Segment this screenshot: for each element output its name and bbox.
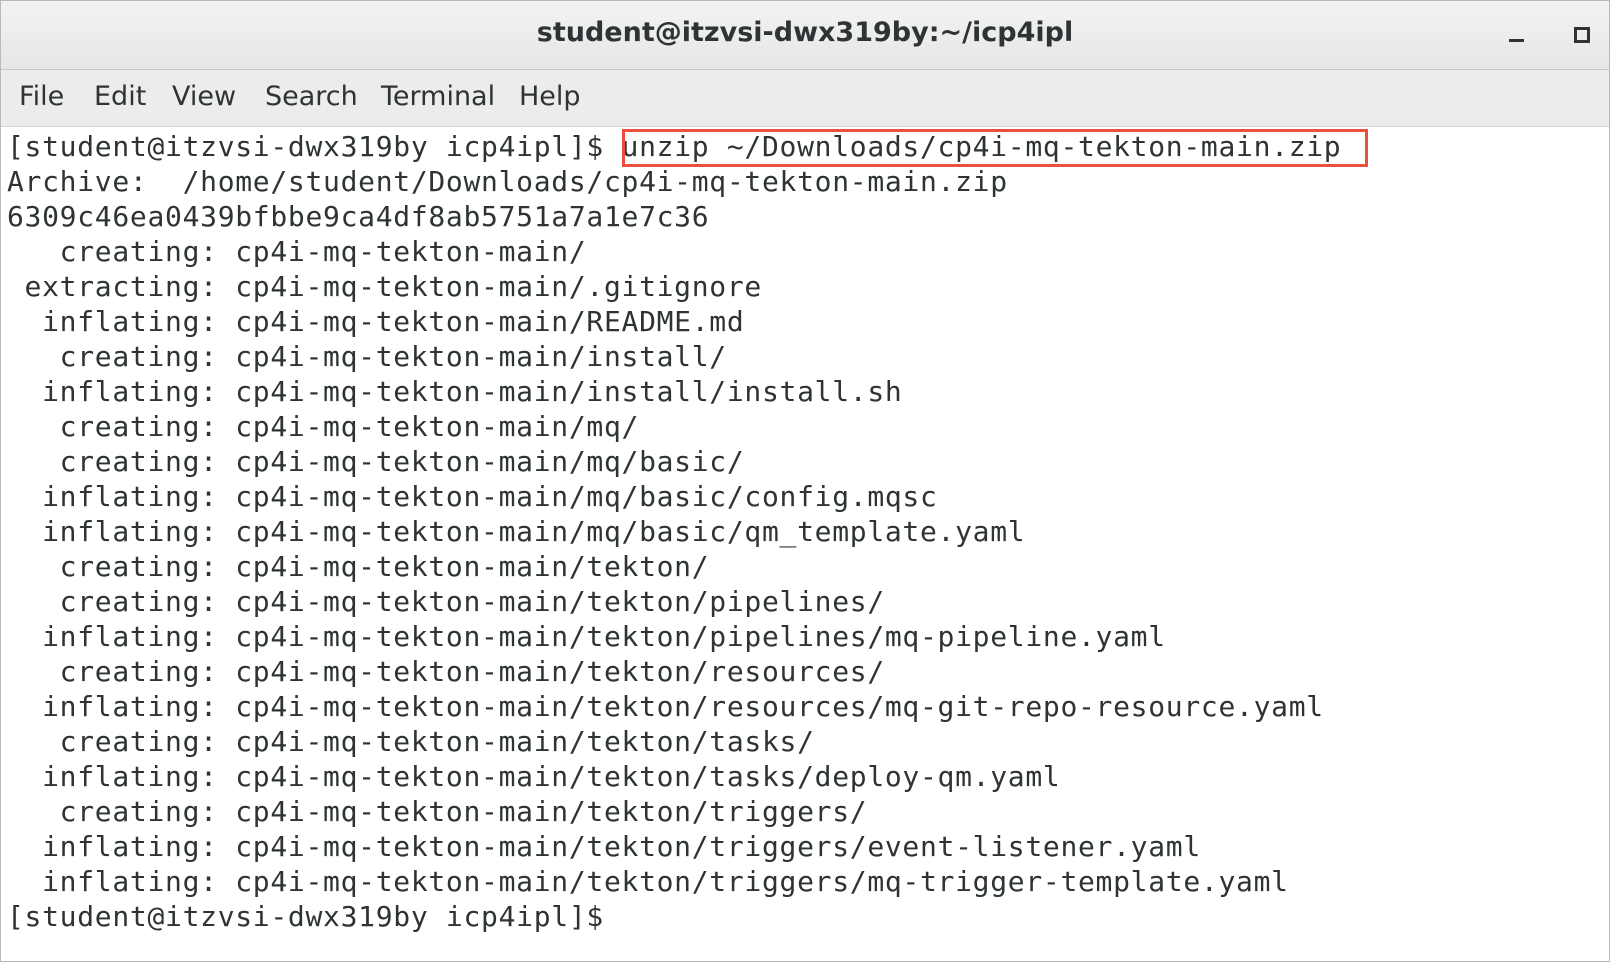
output-line: creating: cp4i-mq-tekton-main/mq/basic/ (7, 445, 745, 478)
window-title: student@itzvsi-dwx319by:~/icp4ipl (536, 17, 1074, 48)
output-line: inflating: cp4i-mq-tekton-main/mq/basic/… (7, 480, 938, 513)
title-bar[interactable]: student@itzvsi-dwx319by:~/icp4ipl (1, 1, 1609, 70)
output-line: inflating: cp4i-mq-tekton-main/mq/basic/… (7, 515, 1026, 548)
output-line: creating: cp4i-mq-tekton-main/tekton/tri… (7, 795, 868, 828)
final-prompt-line[interactable]: [student@itzvsi-dwx319by icp4ipl]$ (7, 899, 604, 935)
output-line: inflating: cp4i-mq-tekton-main/tekton/re… (7, 690, 1324, 723)
menu-view[interactable]: View (172, 81, 236, 112)
maximize-button[interactable] (1567, 23, 1597, 49)
terminal-window: student@itzvsi-dwx319by:~/icp4ipl File E… (0, 0, 1610, 962)
command-highlight-box (622, 129, 1368, 167)
output-line: inflating: cp4i-mq-tekton-main/tekton/ta… (7, 760, 1061, 793)
output-line: creating: cp4i-mq-tekton-main/ (7, 235, 587, 268)
output-line: inflating: cp4i-mq-tekton-main/tekton/tr… (7, 865, 1289, 898)
output-line: creating: cp4i-mq-tekton-main/tekton/res… (7, 655, 885, 688)
output-line: creating: cp4i-mq-tekton-main/tekton/ (7, 550, 710, 583)
output-line: extracting: cp4i-mq-tekton-main/.gitigno… (7, 270, 762, 303)
menu-edit[interactable]: Edit (94, 81, 146, 112)
output-line: inflating: cp4i-mq-tekton-main/tekton/tr… (7, 830, 1201, 863)
menu-bar: File Edit View Search Terminal Help (1, 70, 1609, 127)
terminal-output[interactable]: [student@itzvsi-dwx319by icp4ipl]$ unzip… (1, 127, 1609, 961)
output-line: inflating: cp4i-mq-tekton-main/install/i… (7, 375, 903, 408)
menu-help[interactable]: Help (519, 81, 581, 112)
output-line: inflating: cp4i-mq-tekton-main/tekton/pi… (7, 620, 1166, 653)
output-line: creating: cp4i-mq-tekton-main/install/ (7, 340, 727, 373)
minimize-button[interactable] (1501, 23, 1531, 49)
maximize-icon (1574, 27, 1590, 43)
shell-prompt: [student@itzvsi-dwx319by icp4ipl]$ (7, 900, 604, 933)
menu-terminal[interactable]: Terminal (381, 81, 495, 112)
output-line: creating: cp4i-mq-tekton-main/tekton/pip… (7, 585, 885, 618)
output-line: 6309c46ea0439bfbbe9ca4df8ab5751a7a1e7c36 (7, 200, 710, 233)
output-line: creating: cp4i-mq-tekton-main/mq/ (7, 410, 640, 443)
output-line: inflating: cp4i-mq-tekton-main/README.md (7, 305, 745, 338)
minimize-icon (1509, 39, 1524, 42)
output-line: Archive: /home/student/Downloads/cp4i-mq… (7, 165, 1008, 198)
shell-prompt: [student@itzvsi-dwx319by icp4ipl]$ (7, 130, 604, 163)
output-line: creating: cp4i-mq-tekton-main/tekton/tas… (7, 725, 815, 758)
menu-file[interactable]: File (19, 81, 64, 112)
menu-search[interactable]: Search (265, 81, 358, 112)
